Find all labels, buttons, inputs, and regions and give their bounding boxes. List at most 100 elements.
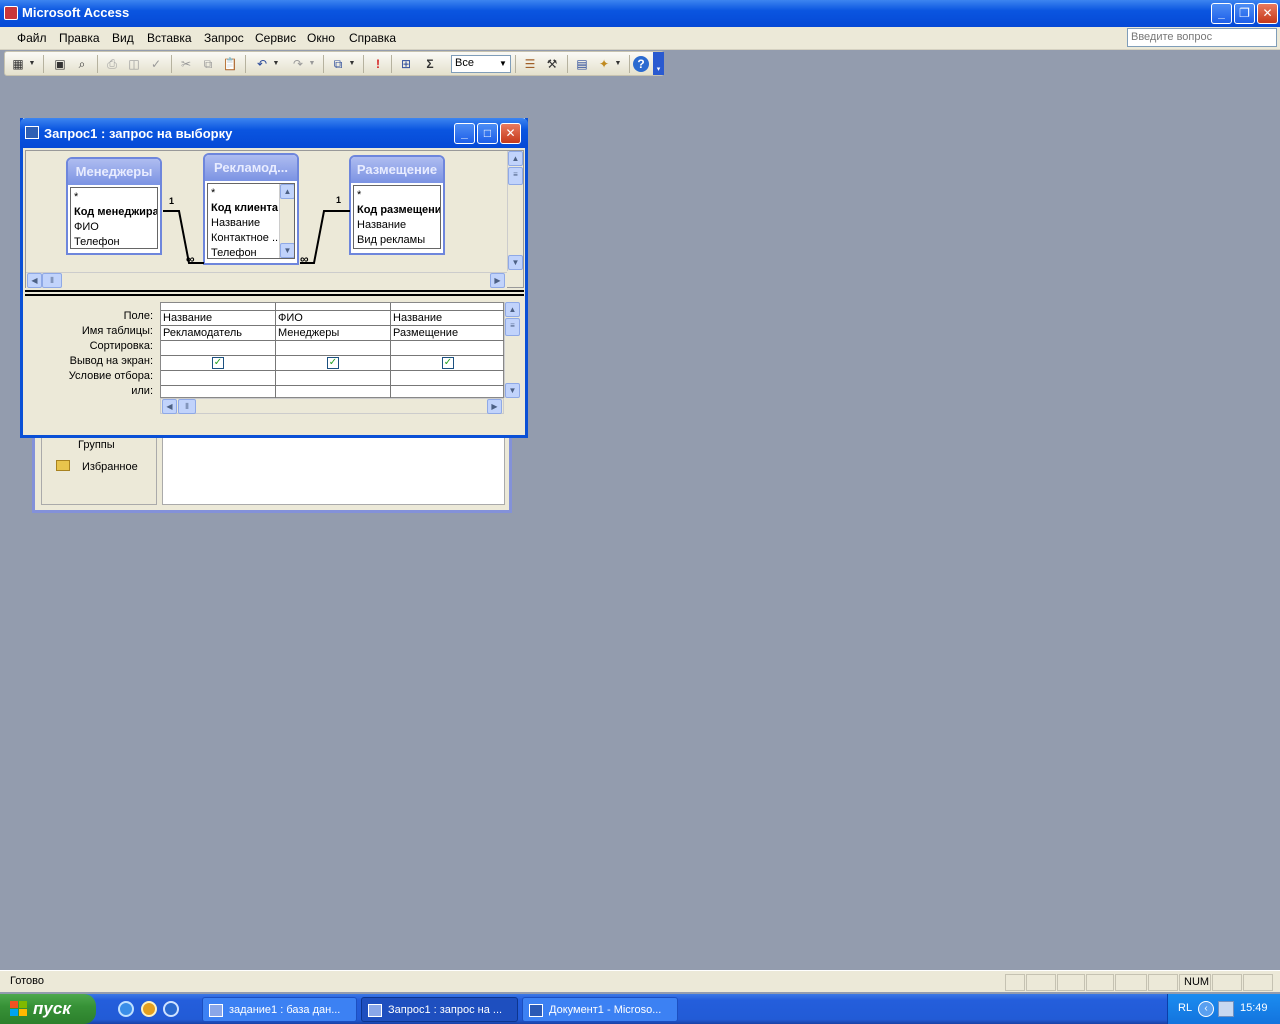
show-checkbox[interactable]: ✓	[442, 357, 454, 369]
top-values-combo[interactable]: Все ▼	[451, 55, 511, 73]
undo-dropdown-icon[interactable]: ▼	[271, 55, 281, 73]
language-indicator[interactable]: RL	[1178, 1002, 1192, 1014]
grid-cell-criteria[interactable]	[161, 371, 276, 386]
grid-cell-or[interactable]	[391, 386, 505, 398]
table-pane-hscroll[interactable]: ◀ ⦀ ▶	[26, 272, 507, 288]
properties-icon[interactable]: ☰	[521, 55, 539, 73]
run-icon[interactable]: !	[369, 55, 387, 73]
status-panel	[1243, 974, 1273, 991]
grid-cell-field[interactable]: Название	[161, 311, 276, 326]
menu-insert[interactable]: Вставка	[147, 31, 192, 45]
column-selector[interactable]	[391, 303, 505, 311]
menu-edit[interactable]: Правка	[59, 31, 100, 45]
query-maximize-button[interactable]: □	[477, 123, 498, 144]
taskbar-item-query[interactable]: Запрос1 : запрос на ...	[361, 997, 518, 1022]
grid-cell-field[interactable]: Название	[391, 311, 505, 326]
grid-cell-criteria[interactable]	[276, 371, 391, 386]
redo-dropdown-icon[interactable]: ▼	[307, 55, 317, 73]
grid-cell-or[interactable]	[161, 386, 276, 398]
grid-cell-table[interactable]: Размещение	[391, 326, 505, 341]
save-icon[interactable]: ▣	[51, 55, 69, 73]
taskbar-item-word[interactable]: Документ1 - Microso...	[522, 997, 678, 1022]
network-icon[interactable]	[1218, 1001, 1234, 1017]
menu-query[interactable]: Запрос	[204, 31, 244, 45]
grid-cell-sort[interactable]	[161, 341, 276, 356]
scroll-right-icon[interactable]: ▶	[487, 399, 502, 414]
redo-icon[interactable]: ↷	[289, 55, 307, 73]
show-table-icon[interactable]: ⊞	[397, 55, 415, 73]
scroll-left-icon[interactable]: ◀	[162, 399, 177, 414]
restore-button[interactable]: ❐	[1234, 3, 1255, 24]
query-type-icon[interactable]: ⧉	[329, 55, 347, 73]
menu-help[interactable]: Справка	[349, 31, 396, 45]
undo-icon[interactable]: ↶	[253, 55, 271, 73]
query-icon[interactable]	[25, 126, 39, 139]
query-window-title: Запрос1 : запрос на выборку	[44, 126, 233, 141]
scroll-thumb[interactable]: ⦀	[42, 273, 62, 288]
view-icon[interactable]: ▦	[9, 55, 27, 73]
spelling-icon[interactable]: ✓	[147, 55, 165, 73]
print-preview-icon[interactable]: ◫	[125, 55, 143, 73]
show-checkbox[interactable]: ✓	[212, 357, 224, 369]
browser-icon[interactable]	[141, 1001, 157, 1017]
cut-icon[interactable]: ✂	[177, 55, 195, 73]
table-pane-vscroll[interactable]: ▲ ≡ ▼	[507, 151, 523, 271]
taskbar: пуск задание1 : база дан... Запрос1 : за…	[0, 994, 1280, 1024]
toolbar-options-icon[interactable]: ▾	[653, 52, 664, 75]
scroll-right-icon[interactable]: ▶	[490, 273, 505, 288]
grid-cell-or[interactable]	[276, 386, 391, 398]
chevron-left-icon[interactable]: ‹	[1198, 1001, 1214, 1017]
copy-icon[interactable]: ⧉	[199, 55, 217, 73]
database-window-icon[interactable]: ▤	[573, 55, 591, 73]
query-type-dropdown-icon[interactable]: ▼	[347, 55, 357, 73]
grid-cell-criteria[interactable]	[391, 371, 505, 386]
close-button[interactable]: ✕	[1257, 3, 1278, 24]
scroll-up-icon[interactable]: ▲	[508, 151, 523, 166]
grid-vscroll[interactable]: ▲ ≡ ▼	[504, 302, 520, 398]
start-button[interactable]: пуск	[0, 994, 96, 1024]
favorites-item[interactable]: Избранное	[82, 461, 138, 473]
internet-explorer-icon[interactable]	[118, 1001, 134, 1017]
query-close-button[interactable]: ✕	[500, 123, 521, 144]
grid-cell-sort[interactable]	[391, 341, 505, 356]
new-object-dropdown-icon[interactable]: ▼	[613, 55, 623, 73]
view-dropdown-icon[interactable]: ▼	[27, 55, 37, 73]
help-question-input[interactable]: Введите вопрос	[1127, 28, 1277, 47]
chevron-down-icon[interactable]: ▼	[497, 57, 509, 71]
messenger-icon[interactable]	[163, 1001, 179, 1017]
search-file-icon[interactable]: ⌕	[73, 55, 91, 73]
column-selector[interactable]	[276, 303, 391, 311]
scroll-left-icon[interactable]: ◀	[27, 273, 42, 288]
help-icon[interactable]: ?	[633, 56, 649, 72]
scroll-up-icon[interactable]: ▲	[505, 302, 520, 317]
print-icon[interactable]: ⎙	[103, 55, 121, 73]
grid-cell-table[interactable]: Менеджеры	[276, 326, 391, 341]
menu-window[interactable]: Окно	[307, 31, 335, 45]
paste-icon[interactable]: 📋	[221, 55, 239, 73]
new-object-icon[interactable]: ✦	[595, 55, 613, 73]
scroll-thumb[interactable]: ⦀	[178, 399, 196, 414]
grid-cell-sort[interactable]	[276, 341, 391, 356]
taskbar-item-database[interactable]: задание1 : база дан...	[202, 997, 357, 1022]
minimize-button[interactable]: _	[1211, 3, 1232, 24]
query-minimize-button[interactable]: _	[454, 123, 475, 144]
show-checkbox[interactable]: ✓	[327, 357, 339, 369]
scroll-thumb[interactable]: ≡	[508, 167, 523, 185]
menu-bar: Файл Правка Вид Вставка Запрос Сервис Ок…	[0, 27, 1280, 50]
column-selector[interactable]	[161, 303, 276, 311]
clock[interactable]: 15:49	[1240, 1002, 1268, 1014]
grid-hscroll[interactable]: ◀ ⦀ ▶	[160, 398, 504, 414]
menu-tools[interactable]: Сервис	[255, 31, 296, 45]
totals-icon[interactable]: Σ	[421, 55, 439, 73]
scroll-down-icon[interactable]: ▼	[508, 255, 523, 270]
design-grid-pane: Поле: Имя таблицы: Сортировка: Вывод на …	[25, 298, 524, 432]
pane-splitter[interactable]	[25, 290, 524, 296]
grid-cell-field[interactable]: ФИО	[276, 311, 391, 326]
build-icon[interactable]: ⚒	[543, 55, 561, 73]
scroll-thumb[interactable]: ≡	[505, 318, 520, 336]
access-app-icon[interactable]	[4, 6, 18, 20]
scroll-down-icon[interactable]: ▼	[505, 383, 520, 398]
menu-file[interactable]: Файл	[17, 31, 47, 45]
menu-view[interactable]: Вид	[112, 31, 134, 45]
grid-cell-table[interactable]: Рекламодатель	[161, 326, 276, 341]
